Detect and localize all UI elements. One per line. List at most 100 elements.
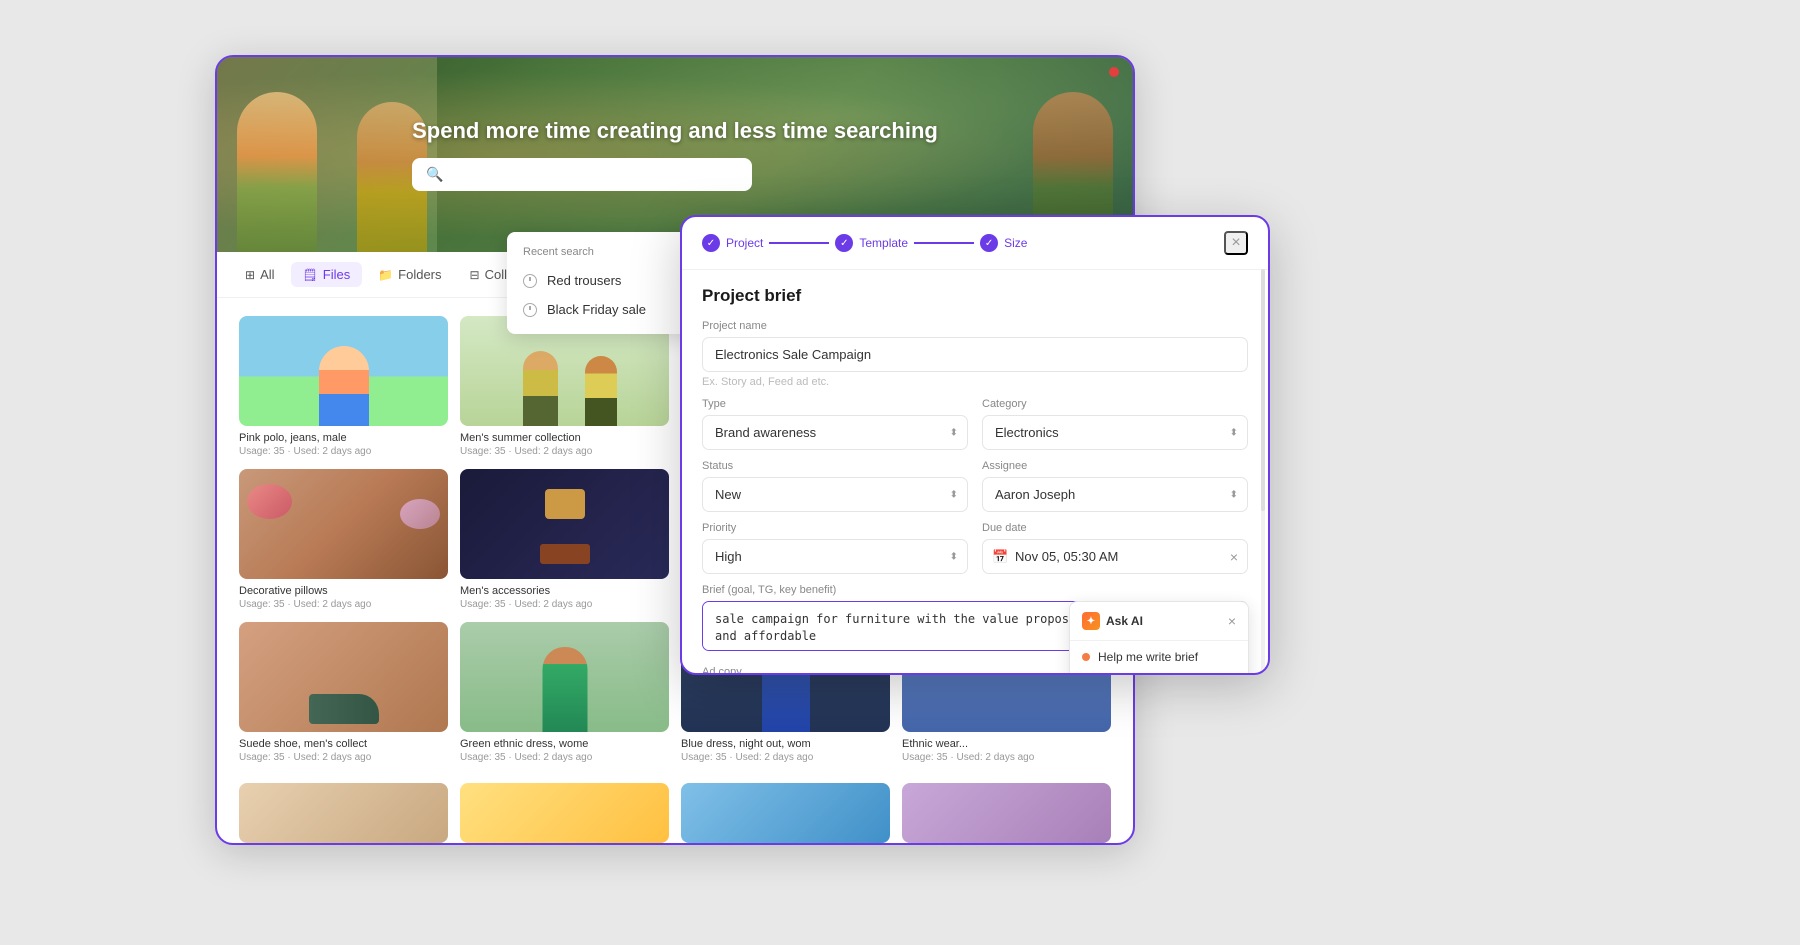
ask-ai-option-write-brief[interactable]: Help me write brief: [1070, 641, 1248, 674]
tab-folders-label: Folders: [398, 267, 441, 282]
ask-ai-logo: ✦: [1082, 612, 1100, 630]
priority-select-wrapper: High ⬍: [702, 539, 968, 574]
step-line-1: [769, 242, 829, 244]
type-select[interactable]: Brand awareness: [702, 415, 968, 450]
category-label: Category: [982, 398, 1248, 410]
check-icon-size: ✓: [985, 238, 993, 249]
check-icon-project: ✓: [707, 238, 715, 249]
project-name-label: Project name: [702, 320, 1248, 332]
project-name-input[interactable]: [702, 337, 1248, 372]
dam-thumb-pink-polo: [239, 316, 448, 426]
dam-item-pillows[interactable]: Decorative pillows Usage: 35 · Used: 2 d…: [233, 463, 454, 616]
ask-ai-title-row: ✦ Ask AI: [1082, 612, 1143, 630]
brief-textarea-wrapper: sale campaign for furniture with the val…: [702, 601, 1248, 656]
search-icon: 🔍: [426, 166, 443, 183]
brief-step-template: ✓ Template: [835, 234, 908, 252]
category-select-wrapper: Electronics ⬍: [982, 415, 1248, 450]
priority-select[interactable]: High: [702, 539, 968, 574]
step-label-template: Template: [859, 236, 908, 250]
project-name-placeholder: Ex. Story ad, Feed ad etc.: [702, 376, 1248, 388]
dam-item-accessories[interactable]: Men's accessories Usage: 35 · Used: 2 da…: [454, 463, 675, 616]
dam-item-meta: Usage: 35 · Used: 2 days ago: [239, 446, 448, 457]
dam-item-name-2: Men's summer collection: [460, 432, 669, 444]
tab-folders[interactable]: 📁 Folders: [366, 262, 453, 287]
assignee-select-wrapper: Aaron Joseph ⬍: [982, 477, 1248, 512]
close-button[interactable]: ×: [1224, 231, 1248, 255]
ask-ai-panel: ✦ Ask AI × Help me write brief Summarise…: [1069, 601, 1249, 674]
step-circle-project: ✓: [702, 234, 720, 252]
search-input[interactable]: [452, 167, 739, 183]
type-category-row: Type Brand awareness ⬍ Category Electron…: [702, 398, 1248, 450]
scrollbar[interactable]: [1261, 269, 1265, 673]
dam-item-name-ethnic-blue: Ethnic wear...: [902, 738, 1111, 750]
status-assignee-row: Status New ⬍ Assignee Aaron Joseph: [702, 460, 1248, 512]
dam-thumb-pillows: [239, 469, 448, 579]
dam-item-name-suede: Suede shoe, men's collect: [239, 738, 448, 750]
type-field: Type Brand awareness ⬍: [702, 398, 968, 450]
dam-item-suede[interactable]: Suede shoe, men's collect Usage: 35 · Us…: [233, 616, 454, 769]
type-label: Type: [702, 398, 968, 410]
tab-files-label: Files: [323, 267, 350, 282]
dam-item-name-accessories: Men's accessories: [460, 585, 669, 597]
dam-hero-title: Spend more time creating and less time s…: [412, 118, 938, 144]
priority-duedate-row: Priority High ⬍ Due date 📅 ×: [702, 522, 1248, 574]
step-label-project: Project: [726, 236, 763, 250]
dam-item-meta-pillows: Usage: 35 · Used: 2 days ago: [239, 599, 448, 610]
ask-ai-header: ✦ Ask AI ×: [1070, 602, 1248, 641]
scene: Spend more time creating and less time s…: [0, 0, 1800, 945]
dam-item-meta-accessories: Usage: 35 · Used: 2 days ago: [460, 599, 669, 610]
assignee-label: Assignee: [982, 460, 1248, 472]
brief-header: ✓ Project ✓ Template ✓ Size: [682, 217, 1268, 270]
assignee-select[interactable]: Aaron Joseph: [982, 477, 1248, 512]
priority-label: Priority: [702, 522, 968, 534]
brief-step-size: ✓ Size: [980, 234, 1027, 252]
tab-all[interactable]: ⊞ All: [233, 262, 287, 287]
folder-icon: 📁: [378, 268, 393, 282]
ask-ai-close-button[interactable]: ×: [1228, 613, 1236, 629]
dam-item-name-blue-dress: Blue dress, night out, wom: [681, 738, 890, 750]
scrollbar-thumb: [1261, 269, 1265, 511]
dam-thumb-ethnic-green: [460, 622, 669, 732]
brief-panel-title: Project brief: [702, 286, 1248, 306]
dam-item-meta-ethnic-blue: Usage: 35 · Used: 2 days ago: [902, 752, 1111, 763]
due-date-input[interactable]: [982, 539, 1248, 574]
ask-ai-option-label-1: Help me write brief: [1098, 650, 1198, 664]
dam-item-ethnic-green[interactable]: Green ethnic dress, wome Usage: 35 · Use…: [454, 616, 675, 769]
due-date-label: Due date: [982, 522, 1248, 534]
due-date-field: Due date 📅 ×: [982, 522, 1248, 574]
dam-item[interactable]: Pink polo, jeans, male Usage: 35 · Used:…: [233, 310, 454, 463]
status-label: Status: [702, 460, 968, 472]
calendar-icon: 📅: [992, 549, 1008, 565]
tab-all-label: All: [260, 267, 274, 282]
step-circle-size: ✓: [980, 234, 998, 252]
assignee-field: Assignee Aaron Joseph ⬍: [982, 460, 1248, 512]
dam-item-name-ethnic-green: Green ethnic dress, wome: [460, 738, 669, 750]
brief-panel: ✓ Project ✓ Template ✓ Size: [680, 215, 1270, 675]
dam-item-name: Pink polo, jeans, male: [239, 432, 448, 444]
status-field: Status New ⬍: [702, 460, 968, 512]
due-date-wrapper: 📅 ×: [982, 539, 1248, 574]
tab-files[interactable]: 🗒 Files: [291, 262, 363, 287]
clock-icon: [523, 274, 537, 288]
dam-item-meta-suede: Usage: 35 · Used: 2 days ago: [239, 752, 448, 763]
dam-hero-content: Spend more time creating and less time s…: [412, 118, 938, 191]
brief-stepper: ✓ Project ✓ Template ✓ Size: [702, 234, 1027, 252]
priority-field: Priority High ⬍: [702, 522, 968, 574]
dam-item-meta-ethnic-green: Usage: 35 · Used: 2 days ago: [460, 752, 669, 763]
brief-field-label: Brief (goal, TG, key benefit): [702, 584, 1248, 596]
check-icon-template: ✓: [840, 238, 848, 249]
ai-option-dot-orange: [1082, 653, 1090, 661]
dam-thumb-suede: [239, 622, 448, 732]
status-select-wrapper: New ⬍: [702, 477, 968, 512]
dam-search-bar[interactable]: 🔍: [412, 158, 752, 191]
ask-ai-label: Ask AI: [1106, 614, 1143, 628]
grid-icon: ⊞: [245, 268, 255, 282]
search-item-label-2: Black Friday sale: [547, 302, 646, 317]
category-select[interactable]: Electronics: [982, 415, 1248, 450]
date-clear-icon[interactable]: ×: [1230, 549, 1238, 565]
step-line-2: [914, 242, 974, 244]
file-icon-tab: 🗒: [303, 268, 318, 282]
dam-thumb-accessories: [460, 469, 669, 579]
status-select[interactable]: New: [702, 477, 968, 512]
step-circle-template: ✓: [835, 234, 853, 252]
